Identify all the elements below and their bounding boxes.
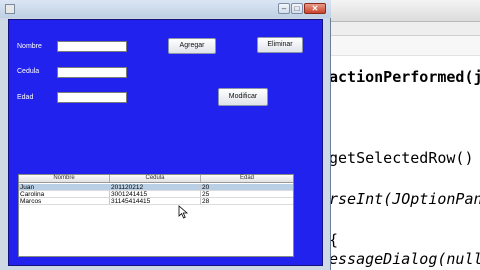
editor-toolbar [330, 22, 480, 36]
cell-edad[interactable]: 28 [201, 198, 293, 205]
close-button[interactable]: ✕ [304, 3, 326, 14]
edad-label: Edad [17, 94, 34, 101]
cell-edad[interactable]: 25 [201, 191, 293, 198]
table-row[interactable]: Juan 201120212 20 [19, 184, 293, 191]
minimize-button[interactable]: – [278, 3, 290, 14]
nombre-label: Nombre [17, 43, 42, 50]
cedula-field[interactable] [57, 67, 127, 78]
cell-cedula[interactable]: 31145414415 [110, 198, 201, 205]
column-header-nombre[interactable]: Nombre [19, 175, 110, 182]
cell-nombre[interactable]: Carolina [19, 191, 110, 198]
cell-edad[interactable]: 20 [201, 184, 293, 191]
app-window: – □ ✕ Nombre Cedula Edad Agregar Elimina… [0, 0, 331, 270]
code-line[interactable]: actionPerformed(j [329, 69, 480, 85]
app-icon [5, 4, 15, 14]
form-panel: Nombre Cedula Edad Agregar Eliminar Modi… [8, 19, 323, 266]
table-row[interactable]: Marcos 31145414415 28 [19, 198, 293, 205]
eliminar-button[interactable]: Eliminar [257, 37, 303, 53]
maximize-button[interactable]: □ [291, 3, 303, 14]
table-row[interactable]: Carolina 3001241415 25 [19, 191, 293, 198]
table-header: Nombre Cedula Edad [19, 175, 293, 183]
edad-field[interactable] [57, 92, 127, 103]
records-table[interactable]: Nombre Cedula Edad Juan 201120212 20 Car… [18, 174, 294, 257]
code-line[interactable]: essageDialog(null [329, 251, 480, 267]
cedula-label: Cedula [17, 68, 40, 75]
modificar-button[interactable]: Modificar [218, 88, 268, 106]
agregar-button[interactable]: Agregar [168, 38, 216, 54]
code-line[interactable]: rseInt(JOptionPan [329, 191, 480, 207]
column-header-cedula[interactable]: Cedula [110, 175, 201, 182]
column-header-edad[interactable]: Edad [201, 175, 293, 182]
nombre-field[interactable] [57, 41, 127, 52]
code-line[interactable]: getSelectedRow() [329, 150, 474, 166]
editor-highlight-line [330, 36, 480, 56]
cell-cedula[interactable]: 201120212 [110, 184, 201, 191]
cell-nombre[interactable]: Marcos [19, 198, 110, 205]
window-titlebar[interactable]: – □ ✕ [0, 0, 331, 18]
cell-nombre[interactable]: Juan [19, 184, 110, 191]
cell-cedula[interactable]: 3001241415 [110, 191, 201, 198]
editor-tab-strip [330, 0, 480, 22]
mouse-cursor-icon [178, 205, 189, 219]
